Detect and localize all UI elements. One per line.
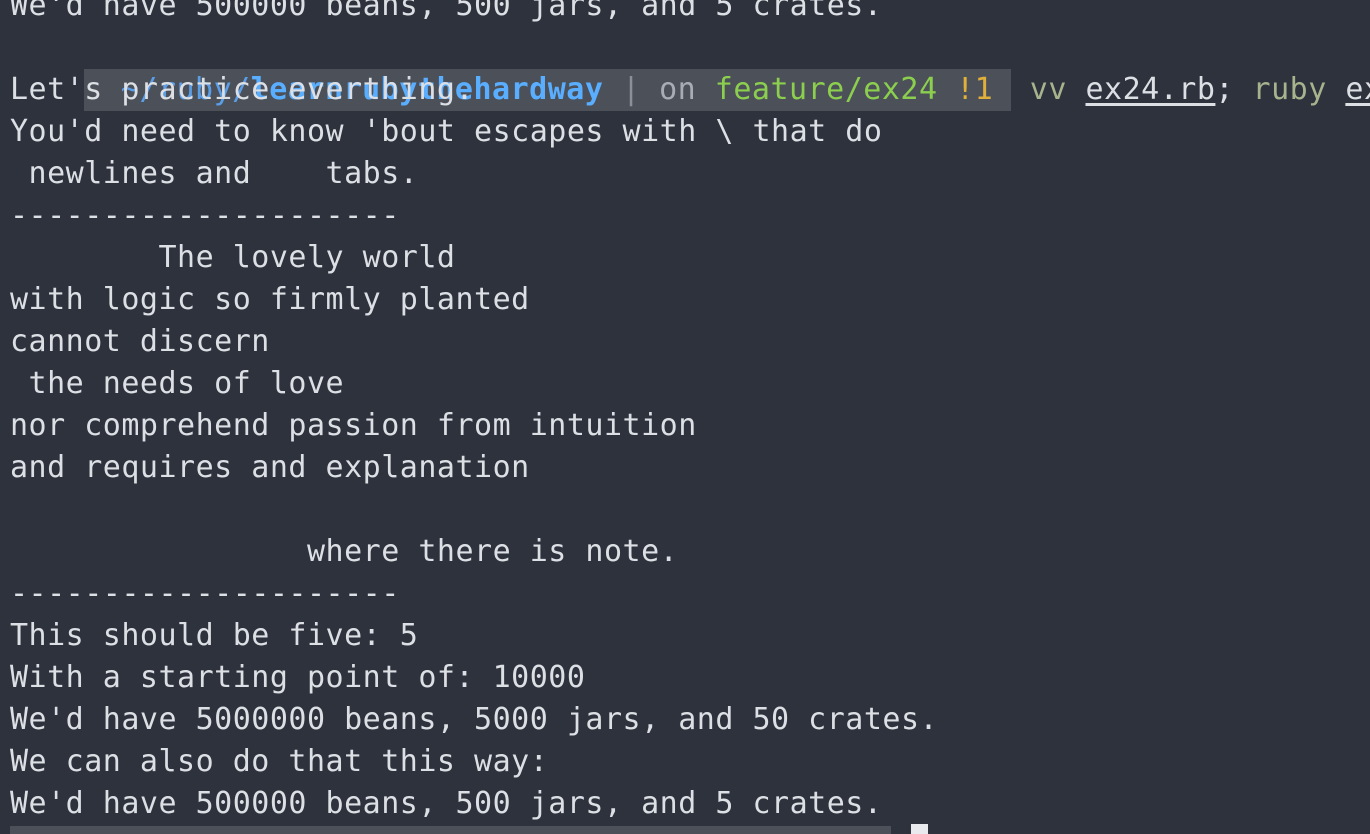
output-line: nor comprehend passion from intuition [10, 408, 697, 443]
output-line: We'd have 5000000 beans, 5000 jars, and … [10, 702, 939, 737]
prompt-on-label: on [659, 72, 715, 107]
output-line: with logic so firmly planted [10, 282, 530, 317]
prompt-git-dirty-count: !1 [937, 72, 994, 107]
next-prompt-path-segment [10, 826, 891, 834]
output-line: where there is note. [10, 534, 679, 569]
output-line: and requires and explanation [10, 450, 530, 485]
output-line: newlines and tabs. [10, 156, 419, 191]
command-vv: vv [1029, 72, 1067, 107]
output-line: This should be five: 5 [10, 618, 419, 653]
output-line: We'd have 500000 beans, 500 jars, and 5 … [10, 786, 883, 821]
prompt-line: ~/ruby/learnrubythehardway | on feature/… [10, 27, 1370, 111]
command-semicolon: ; [1215, 72, 1234, 107]
output-line: We can also do that this way: [10, 744, 549, 779]
command-arg-file-2: ex24.rb [1345, 72, 1370, 107]
terminal-cursor[interactable] [911, 824, 928, 834]
terminal-window[interactable]: We'd have 500000 beans, 500 jars, and 5 … [0, 0, 1370, 834]
output-line: You'd need to know 'bout escapes with \ … [10, 114, 883, 149]
output-line: With a starting point of: 10000 [10, 660, 586, 695]
prompt-git-branch: feature/ex24 [714, 72, 938, 107]
output-line: --------------------- [10, 576, 400, 611]
output-line: Let's practice everthing. [10, 72, 475, 107]
command-ruby: ruby [1252, 72, 1327, 107]
output-line: cannot discern [10, 324, 270, 359]
terminal-line-previous-output: We'd have 500000 beans, 500 jars, and 5 … [10, 0, 883, 23]
output-line: The lovely world [10, 240, 456, 275]
command-arg-file-1: ex24.rb [1085, 72, 1216, 107]
prompt-separator: | [603, 72, 660, 107]
output-line: the needs of love [10, 366, 345, 401]
output-line: --------------------- [10, 198, 400, 233]
